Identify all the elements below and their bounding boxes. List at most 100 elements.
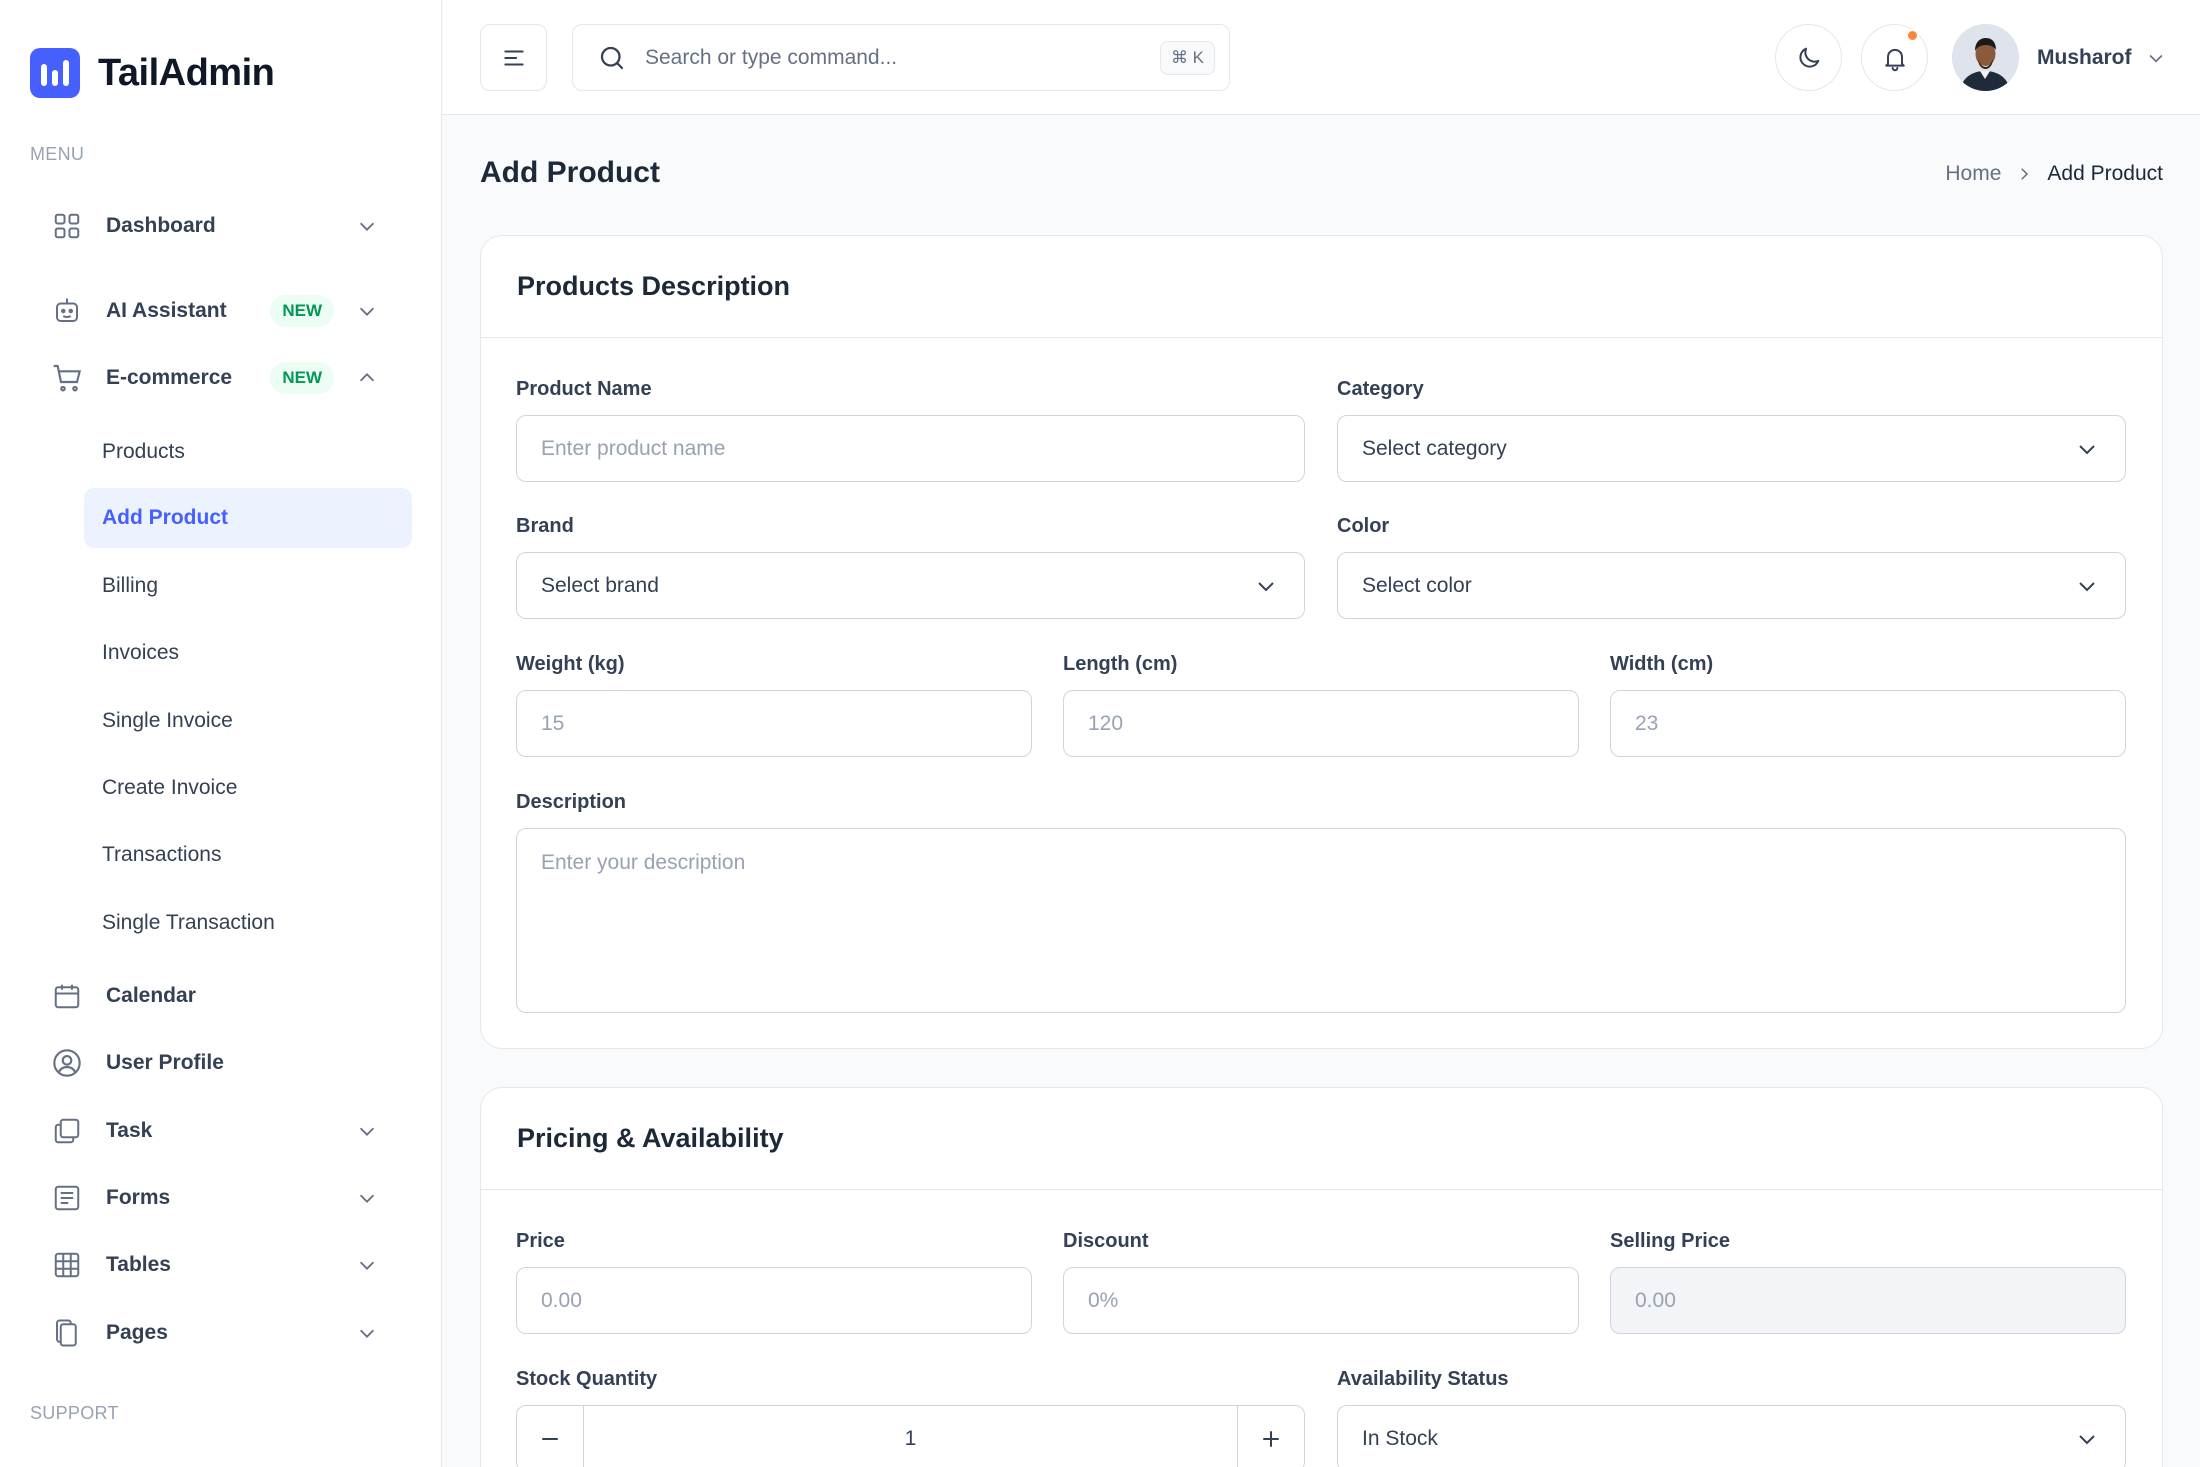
sidebar-item-label: Pages [106,1321,168,1344]
brand-select[interactable]: Select brand [516,552,1305,619]
breadcrumb-current: Add Product [2047,162,2163,185]
width-placeholder: 23 [1635,711,1659,735]
avatar [1952,24,2019,91]
sidebar-item-dashboard[interactable]: Dashboard [30,198,410,254]
discount-label: Discount [1063,1230,1149,1252]
sidebar-subitem-single-transaction[interactable]: Single Transaction [84,893,412,953]
brand-name: TailAdmin [98,51,275,94]
search-input[interactable]: Search or type command... ⌘ K [572,24,1230,91]
availability-status-select[interactable]: In Stock [1337,1405,2126,1467]
chevron-down-icon [354,1118,380,1144]
robot-icon [50,294,84,328]
sidebar-item-ecommerce[interactable]: E-commerce NEW [30,350,410,406]
pages-icon [50,1316,84,1350]
plus-icon [1259,1427,1283,1451]
sidebar-subitem-invoices[interactable]: Invoices [84,623,412,683]
price-placeholder: 0.00 [541,1288,582,1312]
card-title: Pricing & Availability [517,1123,784,1153]
breadcrumb-home-link[interactable]: Home [1945,162,2001,186]
breadcrumb: Home Add Product [1945,162,2163,186]
sidebar-toggle-button[interactable] [480,24,547,91]
price-label: Price [516,1230,565,1252]
length-placeholder: 120 [1088,711,1124,735]
sidebar-item-ai-assistant[interactable]: AI Assistant NEW [30,283,410,339]
sidebar-subitem-transactions[interactable]: Transactions [84,825,412,885]
width-label: Width (cm) [1610,653,1714,675]
calendar-icon [50,979,84,1013]
moon-icon [1795,44,1823,72]
cart-icon [50,361,84,395]
discount-placeholder: 0% [1088,1288,1119,1312]
category-value: Select category [1362,436,1507,460]
sidebar-subitem-add-product[interactable]: Add Product [84,488,412,548]
search-icon [597,43,627,73]
increment-button[interactable] [1238,1406,1304,1467]
sidebar-item-label: Dashboard [106,214,216,237]
weight-input[interactable]: 15 [516,690,1032,757]
brand-label: Brand [516,515,574,537]
chevron-down-icon [2075,1427,2099,1451]
new-badge: NEW [270,362,334,394]
sidebar-item-tables[interactable]: Tables [30,1237,410,1293]
table-icon [50,1248,84,1282]
chevron-down-icon [2146,48,2166,68]
search-shortcut-badge: ⌘ K [1159,40,1215,75]
discount-input[interactable]: 0% [1063,1267,1579,1334]
chevron-down-icon [2075,437,2099,461]
card-title: Products Description [517,271,791,301]
sidebar-item-task[interactable]: Task [30,1103,410,1159]
support-section-label: SUPPORT [30,1403,119,1423]
chevron-down-icon [354,1252,380,1278]
dark-mode-toggle-button[interactable] [1775,24,1842,91]
price-input[interactable]: 0.00 [516,1267,1032,1334]
sidebar-item-label: AI Assistant [106,299,227,322]
category-select[interactable]: Select category [1337,415,2126,482]
menu-icon [501,45,527,71]
selling-price-input: 0.00 [1610,1267,2126,1334]
color-select[interactable]: Select color [1337,552,2126,619]
selling-price-placeholder: 0.00 [1635,1288,1676,1312]
user-menu[interactable]: Musharof [1952,24,2166,91]
page-title: Add Product [480,156,660,189]
color-label: Color [1337,515,1390,537]
decrement-button[interactable] [517,1406,583,1467]
sidebar-item-calendar[interactable]: Calendar [30,968,410,1024]
weight-placeholder: 15 [541,711,565,735]
width-input[interactable]: 23 [1610,690,2126,757]
sidebar-subitem-single-invoice[interactable]: Single Invoice [84,691,412,751]
selling-price-label: Selling Price [1610,1230,1731,1252]
search-placeholder: Search or type command... [645,45,898,69]
card-header: Products Description [481,236,2162,338]
chevron-down-icon [1254,574,1278,598]
sidebar-subitem-products[interactable]: Products [84,422,412,482]
sidebar-item-label: User Profile [106,1051,224,1074]
form-icon [50,1181,84,1215]
chevron-down-icon [2075,574,2099,598]
sidebar-item-label: Tables [106,1253,171,1276]
sidebar-subitem-billing[interactable]: Billing [84,556,412,616]
brand-logo[interactable]: TailAdmin [30,48,275,98]
notifications-button[interactable] [1861,24,1928,91]
notification-dot [1906,29,1919,42]
availability-status-value: In Stock [1362,1426,1438,1450]
stock-quantity-value[interactable]: 1 [583,1406,1238,1467]
card-header: Pricing & Availability [481,1088,2162,1190]
chevron-down-icon [354,213,380,239]
sidebar-subitem-create-invoice[interactable]: Create Invoice [84,758,412,818]
chevron-up-icon [354,365,380,391]
sidebar-item-forms[interactable]: Forms [30,1170,410,1226]
chevron-down-icon [354,1320,380,1346]
bell-icon [1881,44,1909,72]
availability-status-label: Availability Status [1337,1368,1509,1390]
length-label: Length (cm) [1063,653,1178,675]
sidebar-item-user-profile[interactable]: User Profile [30,1035,410,1091]
product-name-input[interactable]: Enter product name [516,415,1305,482]
length-input[interactable]: 120 [1063,690,1579,757]
sidebar-item-pages[interactable]: Pages [30,1305,410,1361]
user-name: Musharof [2037,45,2132,69]
product-name-placeholder: Enter product name [541,436,726,460]
top-header: Search or type command... ⌘ K Musharof [442,0,2200,115]
description-textarea[interactable]: Enter your description [516,828,2126,1013]
description-label: Description [516,791,627,813]
stock-quantity-stepper[interactable]: 1 [516,1405,1305,1467]
